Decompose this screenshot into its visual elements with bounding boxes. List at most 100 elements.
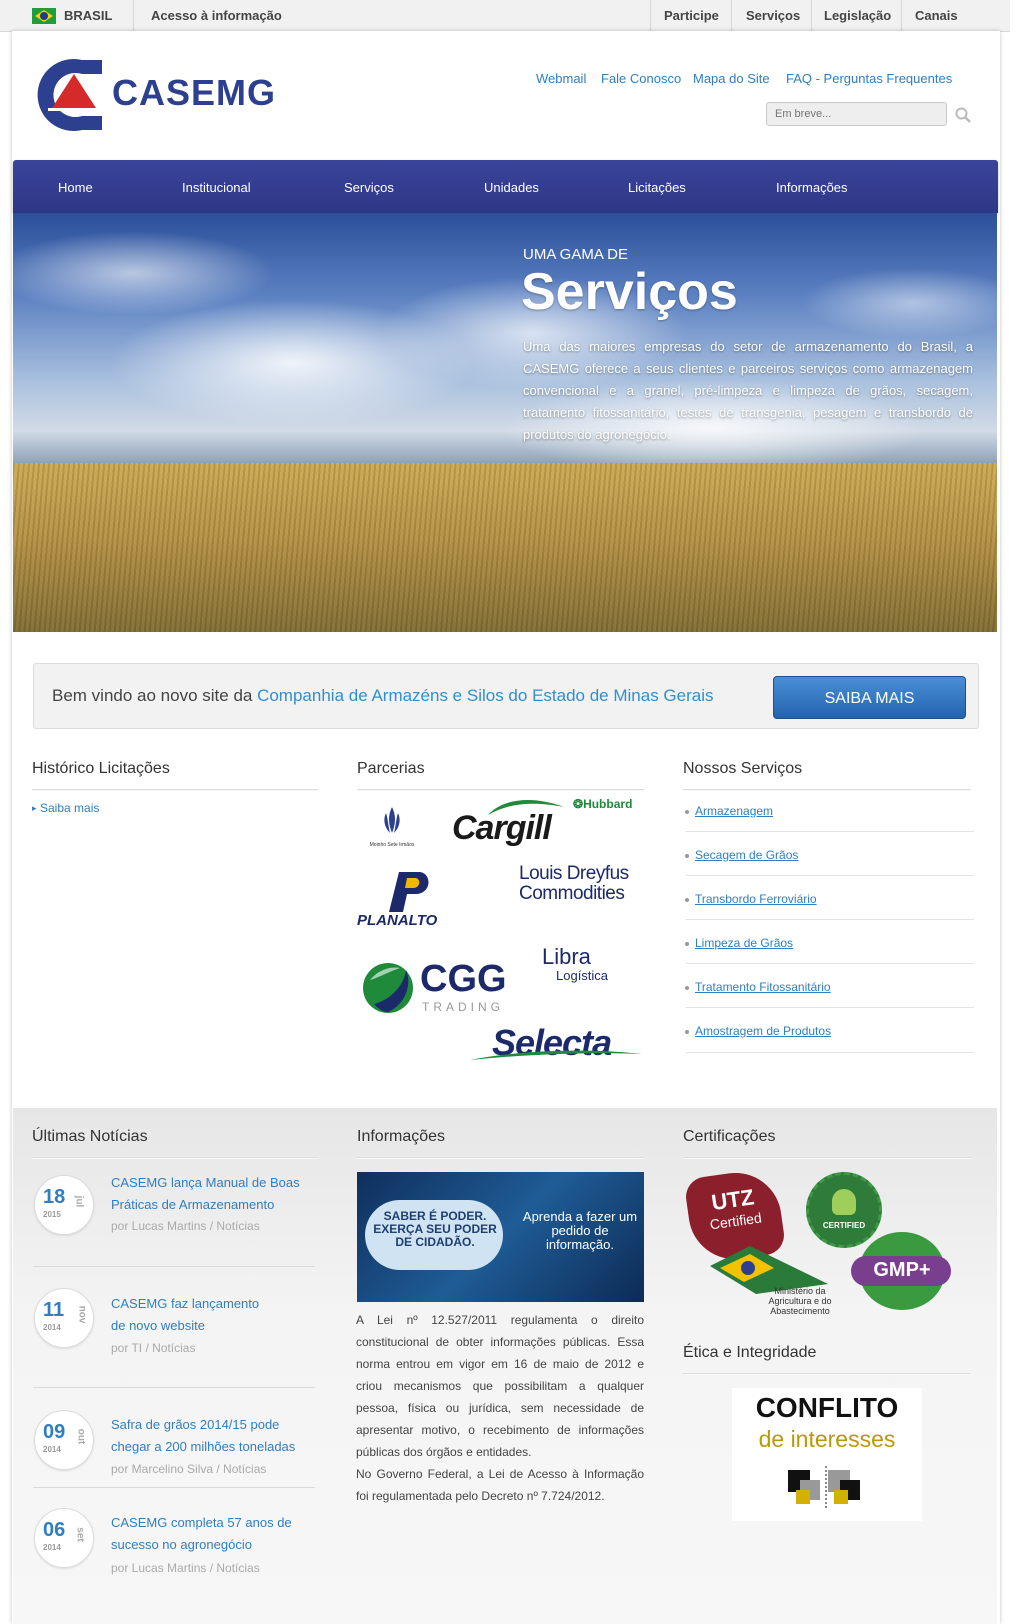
mapa-do-site-link[interactable]: Mapa do Site <box>693 71 770 86</box>
news-date-badge: 11 2014 nov <box>34 1288 94 1348</box>
search-icon[interactable] <box>955 107 971 123</box>
arrow-right-icon: ▸ <box>32 803 37 813</box>
govbar-participe[interactable]: Participe <box>664 8 719 23</box>
libra-logistica-logo[interactable]: Libra Logística <box>542 946 608 984</box>
servico-transbordo[interactable]: Transbordo Ferroviário <box>695 892 817 906</box>
divider <box>32 1157 318 1159</box>
divider <box>686 963 974 964</box>
company-name-link[interactable]: Companhia de Armazéns e Silos do Estado … <box>257 686 713 705</box>
ministerio-agricultura-logo[interactable]: Ministério da Agricultura e do Abastecim… <box>710 1244 832 1316</box>
servico-secagem[interactable]: Secagem de Grãos <box>695 848 798 862</box>
news-title-link[interactable]: CASEMG lança Manual de Boas Práticas de … <box>111 1172 311 1216</box>
nav-unidades[interactable]: Unidades <box>484 180 539 195</box>
saiba-mais-link[interactable]: Saiba mais <box>40 801 99 815</box>
nav-informacoes[interactable]: Informações <box>776 180 848 195</box>
divider <box>683 1157 971 1159</box>
divider <box>683 789 971 791</box>
servico-amostragem[interactable]: Amostragem de Produtos <box>695 1024 831 1038</box>
selecta-swoosh-icon <box>470 1050 642 1060</box>
cargill-logo[interactable]: Cargill <box>452 797 570 849</box>
hero-title: Serviços <box>521 263 738 321</box>
access-info-link[interactable]: Acesso à informação <box>151 8 282 23</box>
divider <box>33 1266 315 1267</box>
rainforest-alliance-logo[interactable]: CERTIFIED <box>806 1172 882 1248</box>
planalto-p-icon <box>389 872 429 912</box>
news-meta: por Lucas Martins / Notícias <box>111 1219 260 1233</box>
bullet-icon <box>685 898 689 902</box>
divider <box>901 0 902 31</box>
servico-limpeza[interactable]: Limpeza de Grãos <box>695 936 793 950</box>
divider <box>686 919 974 920</box>
nav-home[interactable]: Home <box>58 180 93 195</box>
servico-tratamento[interactable]: Tratamento Fitossanitário <box>695 980 831 994</box>
planalto-logo[interactable]: PLANALTO <box>357 870 447 932</box>
news-title-link[interactable]: Safra de grãos 2014/15 pode chegar a 200… <box>111 1414 311 1458</box>
welcome-text: Bem vindo ao novo site da Companhia de A… <box>52 686 714 706</box>
fale-conosco-link[interactable]: Fale Conosco <box>601 71 681 86</box>
louis-dreyfus-logo[interactable]: Louis Dreyfus Commodities <box>519 864 629 904</box>
news-date-badge: 18 2015 jul <box>34 1175 94 1235</box>
govbar-legislacao[interactable]: Legislação <box>824 8 891 23</box>
news-date-badge: 09 2014 out <box>34 1410 94 1470</box>
parcerias-title: Parcerias <box>357 760 425 777</box>
lai-text: A Lei nº 12.527/2011 regulamenta o direi… <box>356 1313 644 1503</box>
selecta-logo[interactable]: Selecta <box>470 1022 642 1063</box>
divider <box>686 875 974 876</box>
news-title-link[interactable]: CASEMG faz lançamento de novo website <box>111 1293 271 1337</box>
servico-armazenagem[interactable]: Armazenagem <box>695 804 773 818</box>
gmp-plus-logo[interactable]: GMP+ <box>851 1232 951 1310</box>
moinho-logo[interactable]: Moinho Sete Irmãos <box>366 805 418 850</box>
conflito-interesses-banner[interactable]: CONFLITO de interesses <box>732 1388 922 1521</box>
bullet-icon <box>685 1030 689 1034</box>
divider <box>686 1007 974 1008</box>
govbar-canais[interactable]: Canais <box>915 8 958 23</box>
country-label[interactable]: BRASIL <box>64 8 112 23</box>
divider <box>357 789 644 791</box>
hero-description: Uma das maiores empresas do setor de arm… <box>523 339 973 442</box>
divider <box>731 0 732 31</box>
bullet-icon <box>685 942 689 946</box>
news-meta: por Lucas Martins / Notícias <box>111 1561 260 1575</box>
noticias-title: Últimas Notícias <box>32 1128 148 1145</box>
news-date-badge: 06 2014 set <box>34 1508 94 1568</box>
bullet-icon <box>685 986 689 990</box>
webmail-link[interactable]: Webmail <box>536 71 586 86</box>
search-input[interactable] <box>766 102 947 126</box>
bullet-icon <box>685 810 689 814</box>
main-nav: Home Institucional Serviços Unidades Lic… <box>13 160 998 213</box>
historico-title: Histórico Licitações <box>32 760 170 777</box>
lai-banner[interactable]: SABER É PODER. EXERÇA SEU PODER DE CIDAD… <box>357 1172 644 1302</box>
cgg-trading-logo[interactable]: CGG TRADING <box>360 958 510 1020</box>
logo-text[interactable]: CASEMG <box>112 72 276 114</box>
nav-licitacoes[interactable]: Licitações <box>628 180 686 195</box>
divider <box>686 831 974 832</box>
wheat-icon <box>384 807 400 833</box>
divider <box>357 1157 644 1159</box>
nav-servicos[interactable]: Serviços <box>344 180 394 195</box>
divider <box>33 1387 315 1388</box>
nav-institucional[interactable]: Institucional <box>182 180 251 195</box>
faq-link[interactable]: FAQ - Perguntas Frequentes <box>786 71 952 86</box>
hero-wheat-field <box>13 463 997 632</box>
bullet-icon <box>685 854 689 858</box>
hero-kicker: UMA GAMA DE <box>523 246 629 263</box>
news-meta: por TI / Notícias <box>111 1341 196 1355</box>
news-meta: por Marcelino Silva / Notícias <box>111 1462 267 1476</box>
govbar-servicos[interactable]: Serviços <box>746 8 800 23</box>
casemg-logo-icon[interactable] <box>34 56 104 134</box>
welcome-label: Bem vindo ao novo site da <box>52 686 258 705</box>
informacoes-title: Informações <box>357 1128 446 1145</box>
saiba-mais-button[interactable]: SAIBA MAIS <box>773 676 966 719</box>
divider <box>133 0 134 31</box>
divider <box>32 789 318 791</box>
news-title-link[interactable]: CASEMG completa 57 anos de sucesso no ag… <box>111 1512 293 1556</box>
gov-bar: BRASIL Acesso à informação Participe Ser… <box>0 0 1010 32</box>
hubbard-icon: ❂ <box>573 797 584 811</box>
divider <box>686 1052 974 1053</box>
servicos-title: Nossos Serviços <box>683 760 803 777</box>
hubbard-logo[interactable]: ❂Hubbard <box>573 797 632 811</box>
divider <box>683 1373 971 1375</box>
cgg-globe-icon <box>363 963 413 1013</box>
frog-icon <box>832 1189 856 1215</box>
conflito-squares-icon <box>788 1466 860 1510</box>
